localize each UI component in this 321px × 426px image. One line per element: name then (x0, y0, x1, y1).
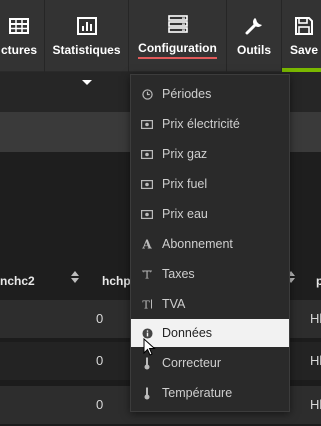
table-icon (8, 15, 30, 37)
cell-hchp: 0 (96, 397, 104, 412)
caret-down-icon (82, 80, 92, 85)
banknote-icon (141, 208, 153, 220)
text-width-icon: T (141, 298, 153, 310)
menu-item-taxes[interactable]: T Taxes (131, 260, 289, 288)
column-header-p[interactable]: p (316, 274, 321, 288)
toolbar-button-configuration[interactable]: Configuration (129, 0, 226, 72)
menu-item-label: TVA (162, 297, 186, 311)
menu-item-label: Taxes (162, 267, 195, 281)
menu-item-prix-fuel[interactable]: Prix fuel (131, 170, 289, 198)
menu-item-label: Prix eau (162, 207, 208, 221)
banknote-icon (141, 178, 153, 190)
menu-item-label: Données (162, 326, 213, 340)
bar-chart-icon (76, 15, 98, 37)
svg-text:A: A (141, 238, 152, 250)
toolbar-button-statistiques[interactable]: Statistiques (45, 0, 128, 72)
cell-p: Hl (310, 353, 321, 368)
toolbar-label-outils: Outils (236, 43, 271, 57)
svg-text:T: T (143, 269, 151, 281)
menu-item-label: Abonnement (162, 237, 233, 251)
menu-item-temperature[interactable]: Température (131, 379, 289, 407)
cell-hchp: 0 (96, 311, 104, 326)
server-icon (167, 13, 189, 35)
toolbar-label-factures: ctures (0, 43, 38, 57)
thermometer-icon (141, 387, 153, 399)
top-toolbar: ctures Statistiques Configuration Outils… (0, 0, 321, 72)
menu-item-prix-eau[interactable]: Prix eau (131, 200, 289, 228)
font-icon: A (141, 238, 153, 250)
wrench-icon (243, 15, 265, 37)
menu-item-tva[interactable]: T TVA (131, 290, 289, 318)
clock-icon (141, 88, 153, 100)
menu-item-label: Température (162, 386, 233, 400)
floppy-icon (293, 15, 315, 37)
text-height-icon: T (141, 268, 153, 280)
menu-item-label: Prix électricité (162, 117, 240, 131)
menu-item-label: Prix gaz (162, 147, 208, 161)
banknote-icon (141, 148, 153, 160)
toolbar-button-save[interactable]: Save (282, 0, 321, 72)
menu-item-label: Prix fuel (162, 177, 208, 191)
toolbar-label-save: Save (289, 43, 319, 57)
menu-item-prix-gaz[interactable]: Prix gaz (131, 140, 289, 168)
toolbar-label-configuration: Configuration (138, 41, 217, 59)
menu-item-prix-electricite[interactable]: Prix électricité (131, 110, 289, 138)
cell-hchp: 0 (96, 353, 104, 368)
banknote-icon (141, 118, 153, 130)
svg-text:T: T (142, 299, 150, 311)
menu-item-label: Correcteur (162, 356, 222, 370)
sort-icon[interactable] (71, 271, 79, 283)
column-header-hchp[interactable]: hchp (102, 274, 131, 288)
toolbar-button-outils[interactable]: Outils (227, 0, 281, 72)
menu-item-abonnement[interactable]: A Abonnement (131, 230, 289, 258)
cell-p: Hl (310, 311, 321, 326)
toolbar-label-statistiques: Statistiques (52, 43, 121, 57)
column-header-nchc2[interactable]: nchc2 (0, 274, 35, 288)
cell-p: Hl (310, 397, 321, 412)
menu-item-periodes[interactable]: Périodes (131, 80, 289, 108)
mouse-cursor-icon (143, 337, 156, 362)
toolbar-button-factures[interactable]: ctures (0, 0, 48, 72)
menu-item-label: Périodes (162, 87, 212, 101)
